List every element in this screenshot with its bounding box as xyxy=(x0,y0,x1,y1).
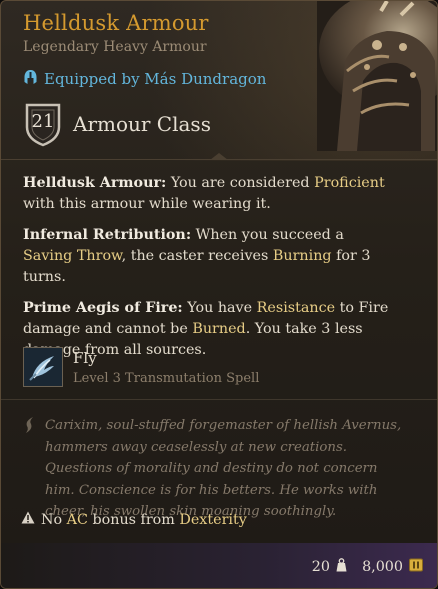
property-helldusk-armour: Helldusk Armour: You are considered Prof… xyxy=(23,175,385,212)
spell-name: Fly xyxy=(73,349,97,367)
flavor-divider xyxy=(1,399,437,400)
saving-throw-keyword[interactable]: Saving Throw xyxy=(23,248,122,264)
dexterity-keyword[interactable]: Dexterity xyxy=(179,512,246,528)
armour-class-value: 21 xyxy=(31,111,55,132)
helmet-icon xyxy=(23,69,38,89)
quill-icon xyxy=(23,416,37,438)
warning-icon xyxy=(21,511,35,528)
granted-spell[interactable]: Fly Level 3 Transmutation Spell xyxy=(23,347,259,387)
fly-spell-icon[interactable] xyxy=(23,347,63,387)
item-weight: 20 xyxy=(312,558,347,576)
spell-info: Fly Level 3 Transmutation Spell xyxy=(73,347,259,386)
item-value: 8,000 xyxy=(362,558,423,576)
weight-icon xyxy=(336,558,347,576)
resistance-keyword[interactable]: Resistance xyxy=(257,300,335,316)
equipped-label: Equipped by Más Dundragon xyxy=(44,70,267,88)
price-value: 8,000 xyxy=(362,559,403,575)
armour-class-label: Armour Class xyxy=(73,112,211,136)
equipped-status: Equipped by Más Dundragon xyxy=(23,69,266,89)
proficient-keyword[interactable]: Proficient xyxy=(314,175,385,191)
gold-coin-icon xyxy=(409,558,423,576)
burning-keyword[interactable]: Burning xyxy=(273,248,332,264)
item-tooltip: Helldusk Armour Legendary Heavy Armour E… xyxy=(0,0,438,589)
weight-value: 20 xyxy=(311,559,330,575)
armour-class-shield-icon: 21 xyxy=(23,101,63,147)
property-infernal-retribution: Infernal Retribution: When you succeed a… xyxy=(23,227,371,285)
item-type: Legendary Heavy Armour xyxy=(23,39,207,55)
dexterity-warning: No AC bonus from Dexterity xyxy=(21,511,247,528)
ac-keyword[interactable]: AC xyxy=(67,512,88,528)
item-name: Helldusk Armour xyxy=(23,11,209,35)
burned-keyword[interactable]: Burned xyxy=(192,321,245,337)
divider-notch xyxy=(210,153,228,160)
properties-list: Helldusk Armour: You are considered Prof… xyxy=(23,173,393,371)
armour-class-row: 21 Armour Class xyxy=(23,101,211,147)
helldusk-armour-image xyxy=(317,1,437,151)
flavor-text: Carixim, soul-stuffed forgemaster of hel… xyxy=(45,418,402,519)
spell-level: Level 3 Transmutation Spell xyxy=(73,371,260,386)
